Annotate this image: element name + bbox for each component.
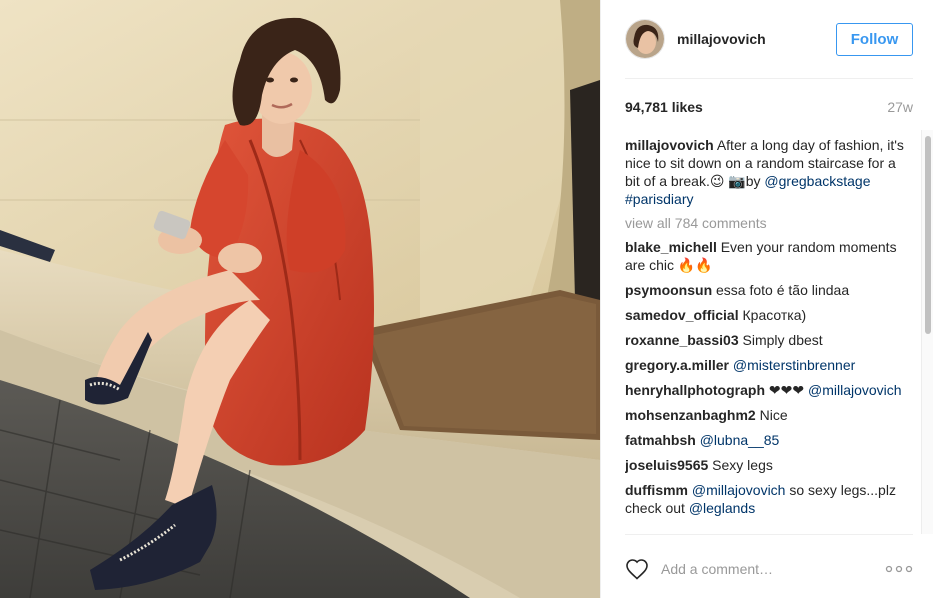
comment-text: Красотка)	[738, 307, 807, 323]
comments-scrollbar[interactable]	[921, 130, 933, 534]
avatar-image	[626, 20, 664, 58]
caption-mention[interactable]: @gregbackstage	[764, 173, 870, 189]
comment-mention[interactable]: @millajovovich	[808, 382, 902, 398]
comment-username[interactable]: roxanne_bassi03	[625, 332, 739, 348]
view-all-comments-link[interactable]: view all 784 comments	[625, 214, 911, 232]
heart-icon[interactable]	[625, 558, 649, 580]
list-item: joseluis9565 Sexy legs	[625, 456, 911, 474]
post-photo[interactable]	[0, 0, 600, 598]
comment-username[interactable]: samedov_official	[625, 307, 739, 323]
post-side-panel: millajovovich Follow 94,781 likes 27w mi…	[600, 0, 936, 598]
list-item: blake_michell Even your random moments a…	[625, 238, 911, 274]
caption: millajovovich After a long day of fashio…	[625, 136, 911, 208]
comment-text: essa foto é tão lindaa	[712, 282, 850, 298]
comment-username[interactable]: duffismm	[625, 482, 688, 498]
comment-username[interactable]: fatmahbsh	[625, 432, 696, 448]
comment-username[interactable]: psymoonsun	[625, 282, 712, 298]
comment-username[interactable]: henryhallphotograph	[625, 382, 765, 398]
post-photo-image	[0, 0, 600, 598]
scrollbar-thumb[interactable]	[925, 136, 931, 334]
add-comment-input[interactable]	[661, 561, 877, 577]
comment-text: Simply dbest	[738, 332, 823, 348]
list-item: duffismm @millajovovich so sexy legs...p…	[625, 481, 911, 517]
comment-username[interactable]: blake_michell	[625, 239, 717, 255]
list-item: roxanne_bassi03 Simply dbest	[625, 331, 911, 349]
list-item: mohsenzanbaghm2 Nice	[625, 406, 911, 424]
comment-username[interactable]: joseluis9565	[625, 457, 708, 473]
list-item: psymoonsun essa foto é tão lindaa	[625, 281, 911, 299]
avatar[interactable]	[625, 19, 665, 59]
post-stats: 94,781 likes 27w	[625, 96, 913, 118]
list-item: fatmahbsh @lubna__85	[625, 431, 911, 449]
comment-username[interactable]: gregory.a.miller	[625, 357, 729, 373]
comment-text: Nice	[755, 407, 788, 423]
comment-mention[interactable]: @misterstinbrenner	[733, 357, 855, 373]
comment-text: ❤❤❤	[765, 382, 808, 398]
post-header: millajovovich Follow	[601, 0, 936, 78]
instagram-post: millajovovich Follow 94,781 likes 27w mi…	[0, 0, 936, 598]
comment-username[interactable]: mohsenzanbaghm2	[625, 407, 756, 423]
comments-list[interactable]: millajovovich After a long day of fashio…	[625, 136, 911, 532]
more-options-icon[interactable]	[885, 564, 913, 574]
list-item: samedov_official Красотка)	[625, 306, 911, 324]
comment-mention[interactable]: @lubna__85	[700, 432, 780, 448]
post-age[interactable]: 27w	[887, 99, 913, 115]
comment-text: Sexy legs	[708, 457, 773, 473]
header-divider	[625, 78, 913, 79]
list-item: gregory.a.miller @misterstinbrenner	[625, 356, 911, 374]
add-comment-bar	[601, 540, 936, 598]
comment-mention[interactable]: @millajovovich	[692, 482, 786, 498]
caption-username[interactable]: millajovovich	[625, 137, 714, 153]
comment-mention[interactable]: @leglands	[689, 500, 755, 516]
header-username[interactable]: millajovovich	[677, 31, 836, 47]
likes-count[interactable]: 94,781 likes	[625, 99, 703, 115]
footer-divider	[625, 534, 913, 535]
list-item: henryhallphotograph ❤❤❤ @millajovovich	[625, 381, 911, 399]
caption-hashtag[interactable]: #parisdiary	[625, 191, 693, 207]
follow-button[interactable]: Follow	[836, 22, 913, 56]
